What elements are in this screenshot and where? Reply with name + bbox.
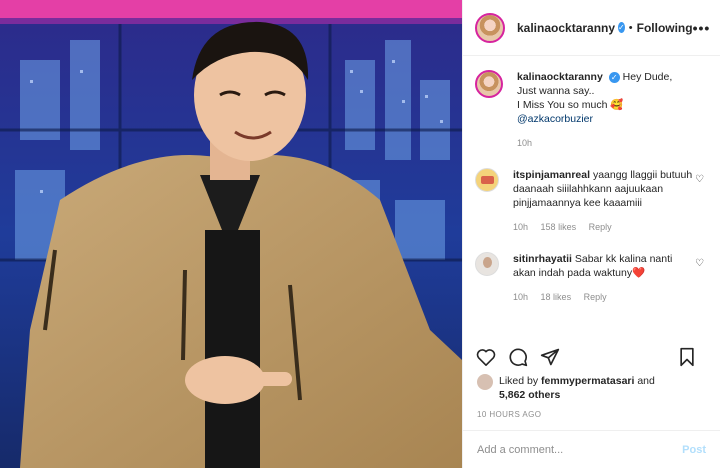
others-count[interactable]: 5,862 others: [499, 389, 560, 401]
comment-bubble-icon[interactable]: [507, 346, 529, 368]
comment-meta: 10h 158 likes Reply: [513, 220, 693, 234]
caption-text-2: Just wanna say..: [517, 85, 595, 97]
comment-time[interactable]: 10h: [513, 222, 528, 232]
verified-badge-icon: ✓: [618, 22, 625, 33]
commenter-username[interactable]: sitinrhayatii: [513, 253, 572, 265]
caption: kalinaocktaranny ✓ Hey Dude, Just wanna …: [475, 70, 708, 150]
header-separator: •: [628, 21, 633, 34]
comment-time[interactable]: 10h: [513, 292, 528, 302]
post-timestamp[interactable]: 10 HOURS AGO: [477, 410, 541, 419]
commenter-avatar[interactable]: [475, 168, 499, 192]
share-paper-plane-icon[interactable]: [539, 346, 561, 368]
post-comment-button[interactable]: Post: [682, 444, 706, 456]
commenter-avatar[interactable]: [475, 252, 499, 276]
caption-time[interactable]: 10h: [517, 138, 532, 148]
caption-mention-link[interactable]: @azkacorbuzier: [517, 113, 593, 125]
caption-text-1: Hey Dude,: [622, 71, 673, 83]
post-header: kalinaocktaranny ✓ • Following •••: [463, 0, 720, 56]
liker-username[interactable]: femmypermatasari: [541, 375, 634, 387]
comment-likes[interactable]: 18 likes: [541, 292, 572, 302]
comment-item: itspinjamanreal yaangg llaggii butuuh da…: [475, 168, 708, 234]
post-actions: [475, 346, 708, 368]
post-side-panel: kalinaocktaranny ✓ • Following ••• kalin…: [462, 0, 720, 468]
commenter-username[interactable]: itspinjamanreal: [513, 169, 590, 181]
add-comment-bar: Add a comment... Post: [463, 430, 720, 468]
photo-illustration: [0, 0, 462, 468]
red-heart-emoji: ❤️: [632, 267, 646, 279]
comment-like-heart-icon[interactable]: ♡: [695, 174, 704, 185]
comment-item: sitinrhayatii Sabar kk kalina nanti akan…: [475, 252, 708, 304]
following-button[interactable]: Following: [637, 21, 693, 35]
comments-section: kalinaocktaranny ✓ Hey Dude, Just wanna …: [463, 56, 720, 360]
author-avatar[interactable]: [475, 12, 505, 43]
caption-meta: 10h: [517, 136, 697, 150]
liker-avatar[interactable]: [477, 374, 493, 390]
liked-by-and: and: [637, 375, 655, 387]
author-username[interactable]: kalinaocktaranny: [517, 21, 615, 35]
reply-button[interactable]: Reply: [589, 222, 612, 232]
reply-button[interactable]: Reply: [584, 292, 607, 302]
post-photo[interactable]: [0, 0, 462, 468]
instagram-post: kalinaocktaranny ✓ • Following ••• kalin…: [0, 0, 720, 468]
like-heart-icon[interactable]: [475, 346, 497, 368]
comment-meta: 10h 18 likes Reply: [513, 290, 693, 304]
caption-username[interactable]: kalinaocktaranny: [517, 71, 603, 83]
caption-text-3: I Miss You so much 🥰: [517, 99, 624, 111]
liked-by: Liked by femmypermatasari and 5,862 othe…: [477, 374, 655, 402]
more-options-icon[interactable]: •••: [693, 20, 711, 36]
caption-verified-badge-icon: ✓: [608, 71, 620, 83]
comment-like-heart-icon[interactable]: ♡: [695, 258, 704, 269]
save-bookmark-icon[interactable]: [676, 346, 698, 368]
comment-likes[interactable]: 158 likes: [541, 222, 577, 232]
add-comment-input[interactable]: Add a comment...: [477, 444, 563, 456]
liked-by-prefix: Liked by: [499, 375, 539, 387]
caption-avatar[interactable]: [475, 70, 503, 98]
